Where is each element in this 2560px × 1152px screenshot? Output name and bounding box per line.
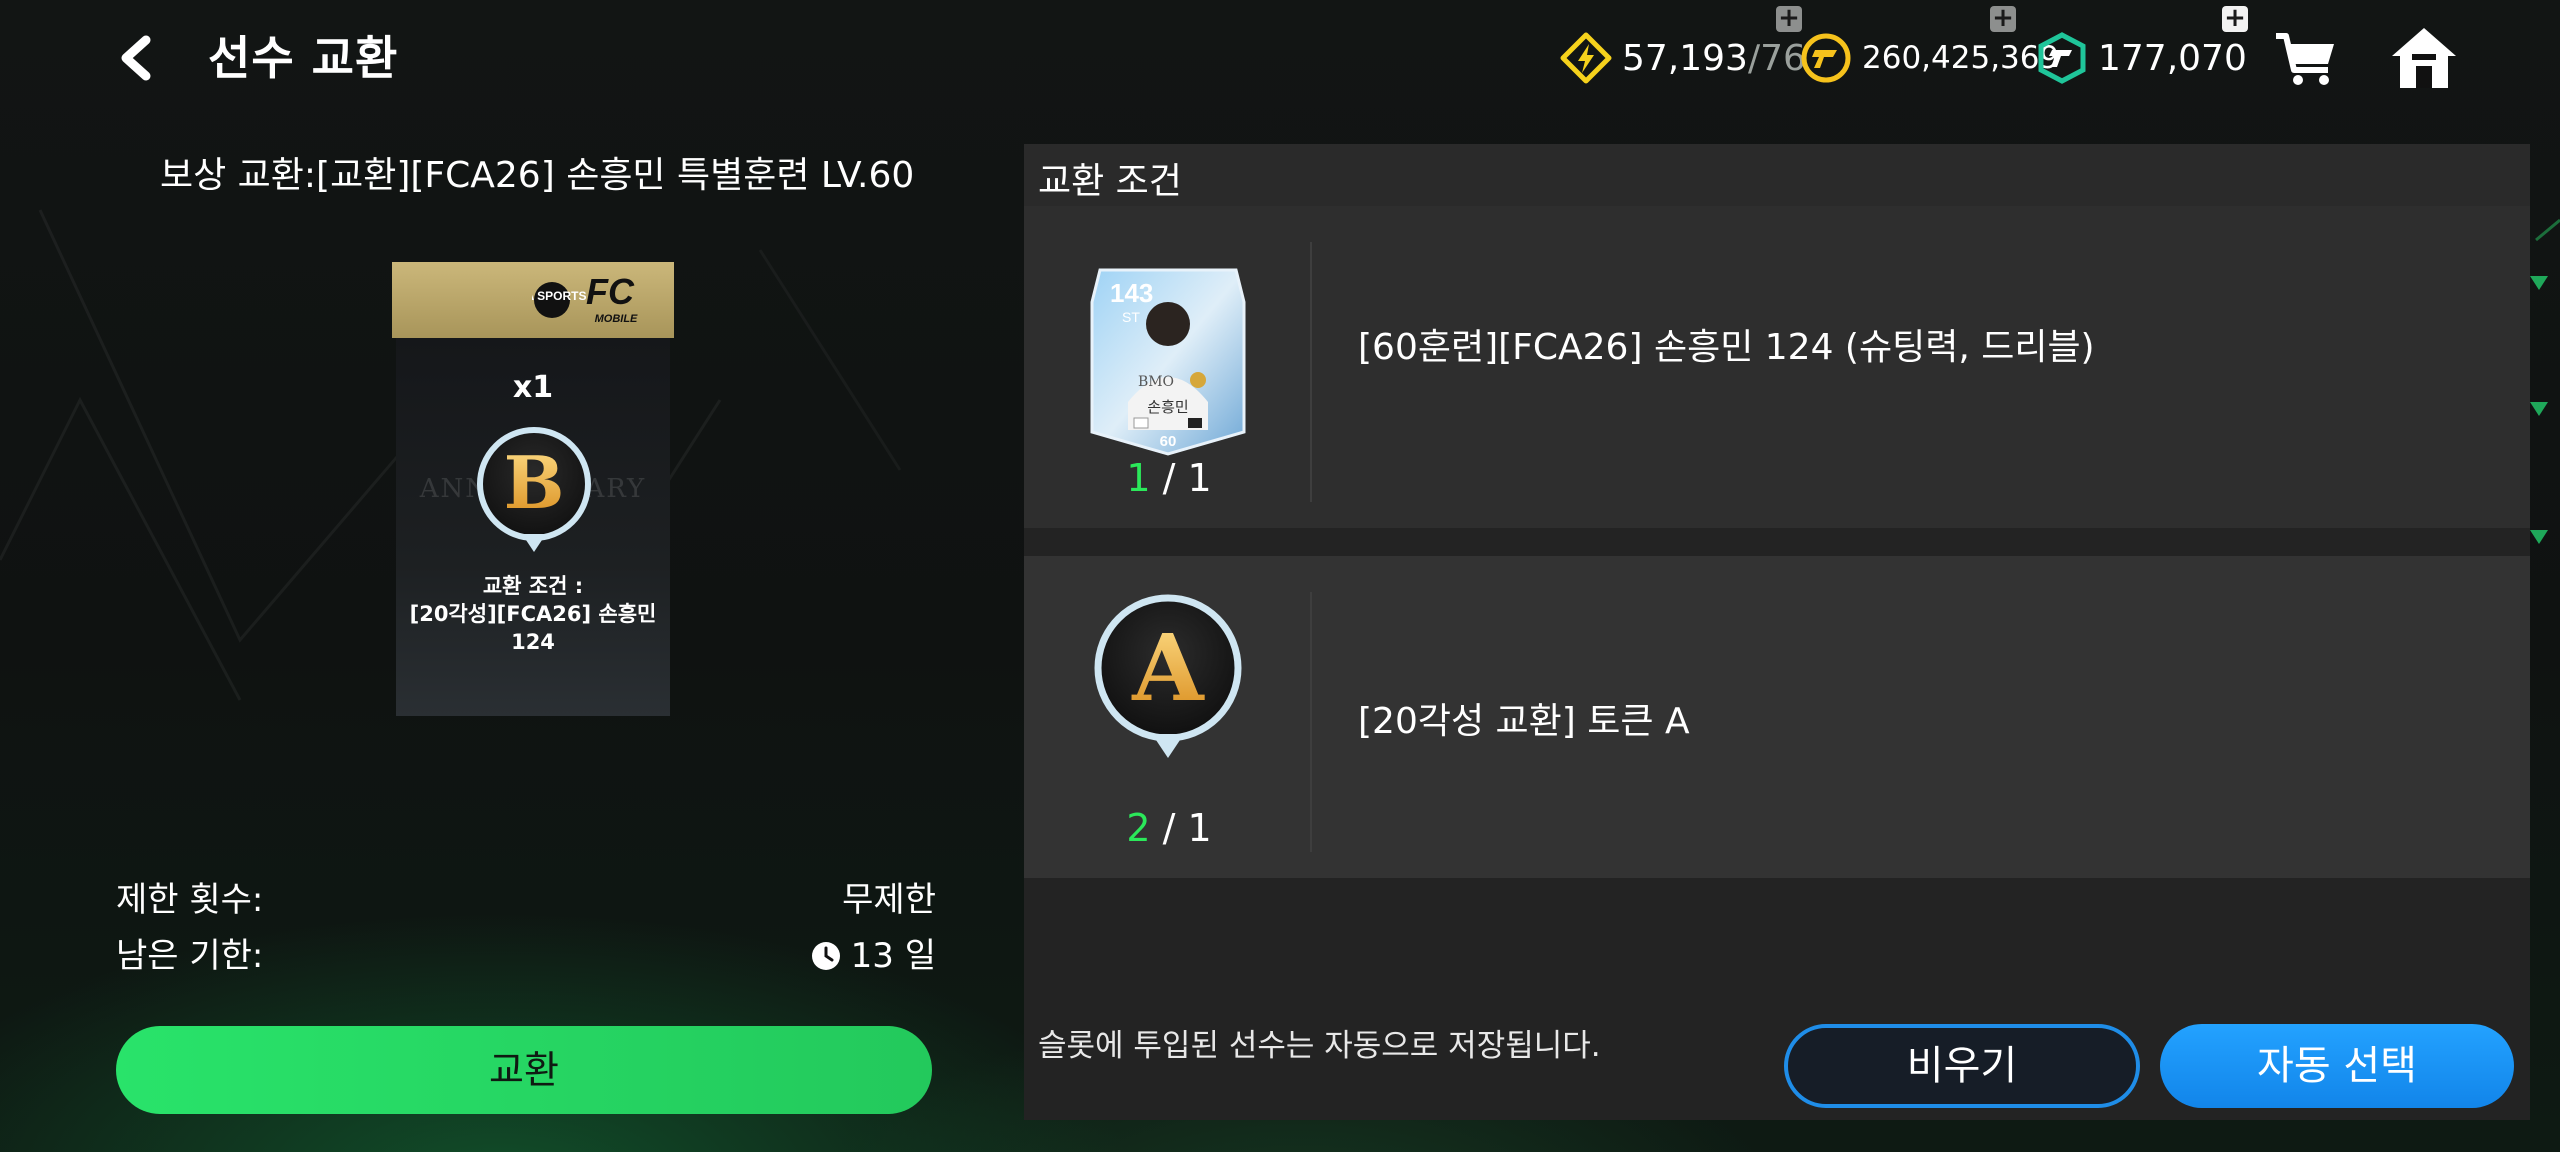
auto-save-note: 슬롯에 투입된 선수는 자동으로 저장됩니다. <box>1038 1028 1601 1064</box>
svg-text:FC: FC <box>586 271 635 312</box>
svg-text:ST: ST <box>1122 309 1140 325</box>
requirement-count: 1 / 1 <box>1126 456 1212 500</box>
auto-select-button[interactable]: 자동 선택 <box>2160 1024 2514 1108</box>
clock-icon <box>811 941 840 970</box>
top-bar: 선수 교환 57,193/76 + 260,425,369 + 177,070 … <box>0 0 2560 120</box>
add-coin-button[interactable]: + <box>1990 5 2016 32</box>
back-button[interactable] <box>108 30 168 86</box>
row-divider <box>1310 592 1312 852</box>
row-divider <box>1310 242 1312 502</box>
exchange-conditions-panel: 교환 조건 143 ST BMO 손흥민 60 1 / 1 [60훈련][FCA… <box>1024 144 2530 1120</box>
token-a-icon[interactable]: A <box>1088 592 1248 764</box>
svg-text:EA SPORTS: EA SPORTS <box>532 289 586 303</box>
energy-currency: 57,193/76 <box>1560 30 1806 86</box>
reward-title: 보상 교환:[교환][FCA26] 손흥민 특별훈련 LV.60 <box>160 155 915 196</box>
coin-amount: 260,425,369 <box>1862 40 2060 76</box>
panel-title: 교환 조건 <box>1038 161 1182 202</box>
energy-max: /76 <box>1747 37 1806 79</box>
remaining-value-wrap: 13 일 <box>811 928 936 977</box>
pack-count: x1 <box>512 370 554 405</box>
svg-text:MOBILE: MOBILE <box>595 313 638 325</box>
svg-text:BMO: BMO <box>1138 374 1174 390</box>
energy-icon <box>1560 32 1612 84</box>
svg-text:A: A <box>1131 614 1205 722</box>
remaining-row: 남은 기한: 13 일 <box>116 928 936 977</box>
requirement-label: [20각성 교환] 토큰 A <box>1358 701 1690 742</box>
energy-amount: 57,193 <box>1622 37 1748 79</box>
limit-label: 제한 횟수: <box>116 880 264 920</box>
add-energy-button[interactable]: + <box>1776 5 1802 32</box>
clear-button[interactable]: 비우기 <box>1784 1024 2140 1108</box>
fc-points-icon <box>2038 32 2086 84</box>
fc-mobile-logo: EA SPORTS FC MOBILE <box>532 271 638 325</box>
svg-text:손흥민: 손흥민 <box>1147 398 1188 416</box>
limit-value: 무제한 <box>842 880 936 920</box>
page-title: 선수 교환 <box>208 31 399 85</box>
player-card[interactable]: 143 ST BMO 손흥민 60 <box>1088 262 1248 458</box>
shop-cart-icon[interactable] <box>2270 24 2342 92</box>
remaining-label: 남은 기한: <box>116 936 264 976</box>
requirement-label: [60훈련][FCA26] 손흥민 124 (슈팅력, 드리블) <box>1358 327 2095 368</box>
remaining-value: 13 일 <box>850 936 936 976</box>
panel-header: 교환 조건 <box>1024 144 2530 206</box>
exchange-button[interactable]: 교환 <box>116 1026 932 1114</box>
limit-row: 제한 횟수: 무제한 <box>116 872 936 921</box>
requirement-row[interactable]: A 2 / 1 [20각성 교환] 토큰 A <box>1024 556 2530 878</box>
token-b-icon: B <box>477 427 591 552</box>
fc-points-currency: 177,070 <box>2036 30 2247 86</box>
svg-text:B: B <box>504 440 565 525</box>
home-icon[interactable] <box>2388 24 2460 92</box>
reward-pack: EA SPORTS FC MOBILE x1 ANNIVERSARY B 교환 … <box>392 262 674 716</box>
svg-text:143: 143 <box>1110 278 1153 308</box>
coin-currency: 260,425,369 <box>1800 30 2059 86</box>
coin-icon <box>1801 33 1851 83</box>
fc-points-amount: 177,070 <box>2098 37 2247 79</box>
add-fc-points-button[interactable]: + <box>2222 5 2248 32</box>
pack-condition: 교환 조건 : [20각성][FCA26] 손흥민 124 <box>409 574 657 654</box>
requirement-row[interactable]: 143 ST BMO 손흥민 60 1 / 1 [60훈련][FCA26] 손흥… <box>1024 206 2530 528</box>
svg-text:60: 60 <box>1160 433 1177 450</box>
requirement-count: 2 / 1 <box>1126 806 1212 850</box>
